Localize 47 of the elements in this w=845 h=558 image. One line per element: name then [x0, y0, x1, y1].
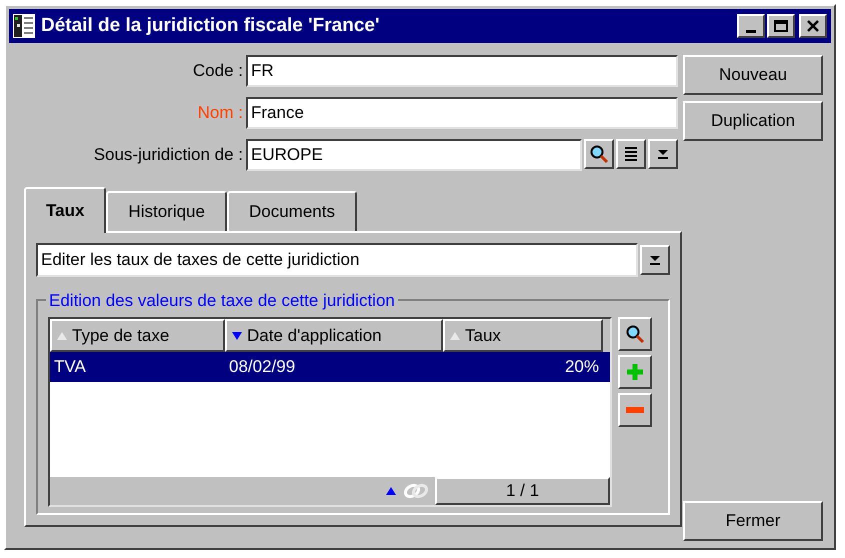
text-field[interactable]: FR [246, 55, 678, 87]
maximize-button[interactable] [767, 14, 795, 38]
add-button[interactable] [618, 355, 652, 389]
column-header[interactable]: Type de taxe [50, 319, 225, 352]
field-label: Code : [192, 60, 244, 82]
column-header[interactable]: Date d'application [225, 319, 443, 352]
minimize-icon [746, 30, 756, 33]
new-button[interactable]: Nouveau [683, 55, 823, 95]
list-icon [624, 146, 638, 162]
text-field[interactable]: EUROPE [246, 139, 582, 171]
table-cell-text: TVA [53, 356, 87, 378]
search-icon [625, 324, 645, 344]
minimize-button[interactable] [737, 14, 765, 38]
table-cell-text: 08/02/99 [228, 356, 296, 378]
tab[interactable]: Taux [24, 187, 106, 233]
window-title: Détail de la juridiction fiscale 'France' [41, 14, 380, 38]
field-label: Nom : [196, 102, 244, 124]
table-cell-text: 20% [564, 356, 600, 378]
search-button[interactable] [584, 139, 614, 169]
select-dropdown-button[interactable] [640, 245, 670, 275]
duplicate-button[interactable]: Duplication [683, 101, 823, 141]
page-counter: 1 / 1 [435, 477, 610, 505]
app-icon [13, 14, 35, 38]
tab[interactable]: Historique [106, 191, 227, 231]
sort-up-icon [385, 486, 397, 496]
dropdown-arrow-icon [649, 255, 661, 265]
search-button[interactable] [618, 317, 652, 351]
text-field[interactable]: France [246, 97, 678, 129]
tab[interactable]: Documents [226, 191, 357, 231]
sort-up-icon [56, 330, 68, 340]
select-field[interactable]: Editer les taux de taxes de cette juridiction [36, 243, 638, 277]
table-row[interactable]: TVA 08/02/99 20% [50, 352, 610, 382]
remove-button[interactable] [618, 393, 652, 427]
close-button[interactable] [799, 14, 827, 38]
dropdown-button[interactable] [648, 139, 678, 169]
close-icon [807, 20, 819, 32]
close-dialog-button[interactable]: Fermer [683, 501, 823, 541]
list-button[interactable] [616, 139, 646, 169]
column-header[interactable]: Taux [443, 319, 603, 352]
sort-up-icon [449, 330, 461, 340]
sort-down-icon [231, 330, 243, 340]
dropdown-arrow-icon [657, 149, 669, 159]
search-icon [589, 144, 609, 164]
field-label: Sous-juridiction de : [92, 144, 244, 166]
plus-icon [625, 362, 645, 382]
minus-icon [625, 406, 645, 414]
maximize-icon [774, 20, 788, 32]
